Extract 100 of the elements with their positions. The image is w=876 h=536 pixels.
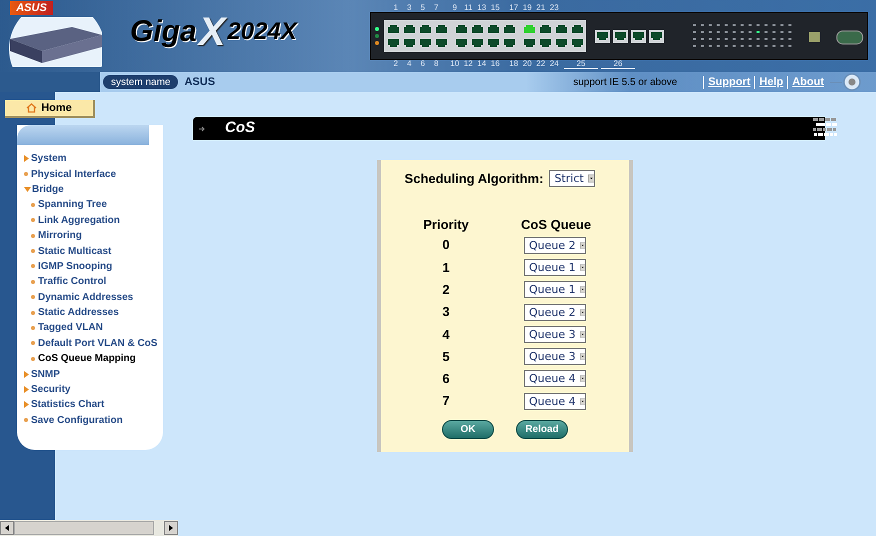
port-number: 13 [476,4,488,12]
ethernet-port-icon [522,22,536,35]
cos-queue-dropdown[interactable]: Queue 3 [524,348,586,366]
ethernet-port-icon [486,37,500,50]
sidebar-item[interactable]: Link Aggregation [38,212,120,228]
ethernet-port-icon [613,30,628,42]
ethernet-port-icon [402,22,416,35]
cos-queue-dropdown[interactable]: Queue 1 [524,281,586,298]
bullet-icon [24,418,28,422]
port-number: 16 [490,60,501,68]
page-title: CoS [225,118,255,138]
port-number: 20 [522,60,533,68]
vendor-logo: ASUS [10,1,53,15]
sidebar-item[interactable]: Bridge [32,182,64,197]
browser-support-note: support IE 5.5 or above [573,76,678,90]
cos-queue-dropdown[interactable]: Queue 1 [524,258,586,276]
sidebar-item[interactable]: Default Port VLAN & CoS [38,336,158,351]
cos-queue-dropdown[interactable]: Queue 4 [524,392,586,410]
scroll-right-icon [169,525,173,531]
sidebar-item[interactable]: Security [31,382,70,398]
ethernet-port-icon [418,22,432,35]
ethernet-port-icon [570,22,584,35]
column-header: CoS Queue [520,216,592,234]
ethernet-port-icon [386,37,400,50]
bullet-icon [31,356,35,361]
ethernet-port-icon [402,37,416,50]
sidebar-item[interactable]: Traffic Control [38,274,106,290]
ethernet-port-icon [554,37,568,50]
sidebar-item[interactable]: SNMP [31,366,60,382]
form-button[interactable]: OK [442,420,494,440]
scheduling-algorithm-label: Scheduling Algorithm: [404,170,544,188]
cos-queue-dropdown[interactable]: Queue 2 [524,304,586,321]
status-led-icon [375,41,379,45]
priority-value: 3 [442,303,450,322]
cos-queue-dropdown[interactable]: Queue 4 [524,370,586,388]
port-number: 10 [449,60,460,68]
sidebar-item[interactable]: System [31,151,67,166]
ethernet-port-icon [570,37,584,50]
scroll-left-icon [5,525,9,531]
ethernet-port-icon [486,22,500,35]
cos-queue-dropdown[interactable]: Queue 2 [524,236,586,254]
product-logo-mark: X [198,12,226,52]
priority-value: 7 [442,392,450,410]
priority-value: 1 [442,258,450,277]
priority-value: 2 [442,280,450,299]
status-led-icon [375,34,379,38]
priority-value: 5 [442,348,450,366]
bullet-icon [31,218,35,222]
sidebar-item[interactable]: Save Configuration [31,412,123,428]
port-number: 18 [508,60,520,68]
product-logo-model: 2024X [227,20,297,44]
ethernet-port-icon [538,22,552,35]
system-name-value: ASUS [184,74,216,90]
home-tab[interactable]: Home [5,100,95,118]
port-number: 22 [535,60,546,68]
sidebar-item[interactable]: Physical Interface [31,166,116,182]
sidebar-item[interactable]: Statistics Chart [31,397,104,412]
sidebar-item[interactable]: Tagged VLAN [38,320,103,336]
priority-value: 0 [442,236,450,254]
priority-value: 4 [442,326,450,344]
sidebar-item[interactable]: Static Multicast [38,244,112,259]
sidebar-item[interactable]: IGMP Snooping [38,258,112,274]
bullet-icon [31,264,35,268]
port-number: 5 [420,4,426,12]
product-logo-text: Giga [130,17,197,47]
port-number: 11 [463,4,474,12]
form-button[interactable]: Reload [516,420,568,440]
horizontal-scrollbar[interactable] [0,520,178,536]
port-number: 14 [476,60,488,68]
home-icon [26,103,38,113]
ethernet-port-icon [538,37,552,50]
sidebar-item[interactable]: Dynamic Addresses [38,290,134,305]
port-number: 3 [406,4,412,12]
bullet-icon [24,172,28,176]
sidebar-item[interactable]: Static Addresses [38,305,119,320]
port-number: 4 [406,60,412,68]
bullet-icon [31,234,35,238]
column-header: Priority [422,216,470,234]
bullet-icon [31,295,35,300]
ethernet-port-icon [502,22,516,35]
ethernet-port-icon [502,37,516,50]
ethernet-port-icon [649,30,664,42]
ethernet-port-icon [418,37,432,50]
ethernet-port-icon [470,22,484,35]
port-number: 12 [462,60,474,68]
bullet-icon [31,310,35,315]
ethernet-port-icon [631,30,646,42]
port-number: 19 [522,4,533,12]
cos-queue-dropdown[interactable]: Queue 3 [524,326,586,343]
ethernet-port-icon [386,22,400,35]
port-number: 8 [433,60,440,68]
port-number: 15 [490,4,501,12]
sidebar-item[interactable]: Spanning Tree [38,197,107,212]
scheduling-algorithm-dropdown[interactable]: Strict [549,170,596,188]
port-number: 6 [420,60,426,68]
uplink-port-number: 26 [601,60,635,69]
port-number: 21 [535,4,546,12]
system-name-label: system name [103,75,178,89]
sidebar-item[interactable]: CoS Queue Mapping [38,351,136,366]
sidebar-item[interactable]: Mirroring [38,228,82,244]
